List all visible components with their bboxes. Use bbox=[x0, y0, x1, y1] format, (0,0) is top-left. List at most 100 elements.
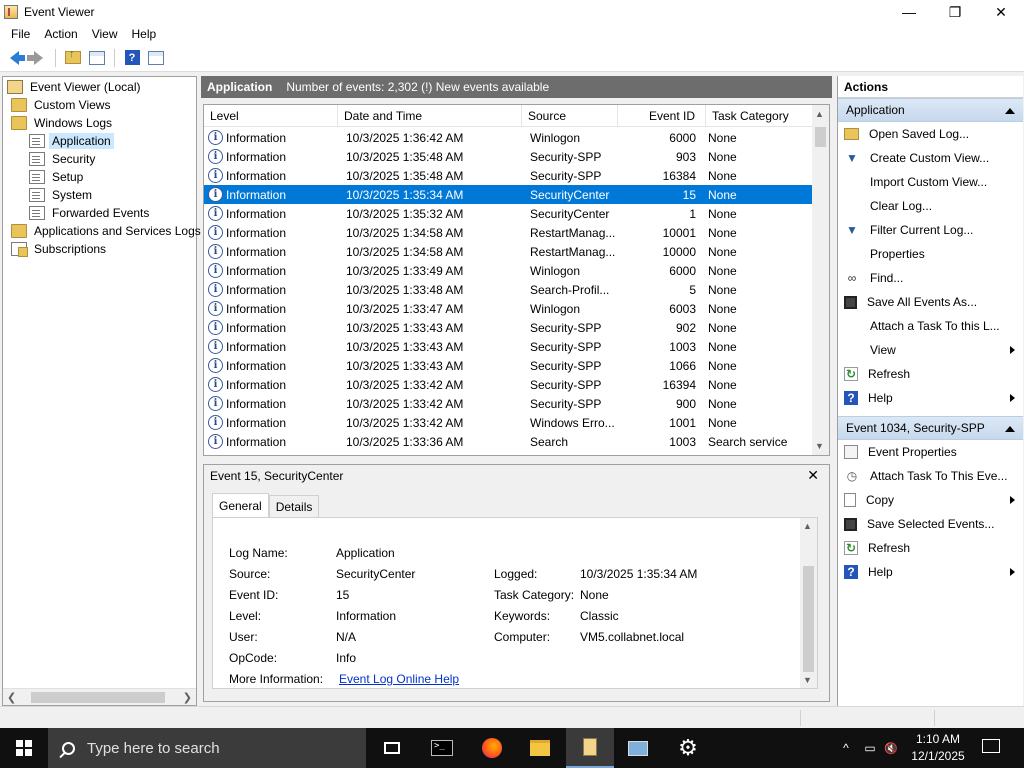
up-one-level-button[interactable] bbox=[63, 48, 83, 68]
close-detail-button[interactable]: ✕ bbox=[807, 467, 819, 484]
event-viewer-app-icon bbox=[4, 5, 18, 19]
action-attach-task-to-event[interactable]: ◷ Attach Task To This Eve... bbox=[838, 464, 1023, 488]
menu-file[interactable]: File bbox=[4, 27, 37, 41]
tree-item-forwarded-events[interactable]: Forwarded Events bbox=[29, 204, 152, 222]
table-row[interactable]: i Information 10/3/2025 1:33:49 AM Winlogon… bbox=[204, 261, 812, 280]
action-refresh[interactable]: ↻ Refresh bbox=[838, 362, 1023, 386]
scrollbar-thumb[interactable] bbox=[803, 566, 814, 672]
tree-item-security[interactable]: Security bbox=[29, 150, 98, 168]
table-row[interactable]: i Information 10/3/2025 1:33:42 AM Security… bbox=[204, 394, 812, 413]
action-save-all-events[interactable]: Save All Events As... bbox=[838, 290, 1023, 314]
taskbar-event-viewer[interactable] bbox=[566, 728, 614, 768]
table-row[interactable]: i Information 10/3/2025 1:35:34 AM Security… bbox=[204, 185, 812, 204]
table-row[interactable]: i Information 10/3/2025 1:35:48 AM Security… bbox=[204, 147, 812, 166]
show-hide-tree-button[interactable] bbox=[87, 48, 107, 68]
action-save-selected-events[interactable]: Save Selected Events... bbox=[838, 512, 1023, 536]
tree-item-windows-logs[interactable]: Windows Logs bbox=[11, 114, 115, 132]
actions-section-application[interactable]: Application bbox=[838, 98, 1023, 122]
table-row[interactable]: i Information 10/3/2025 1:33:43 AM Security… bbox=[204, 356, 812, 375]
tree-item-custom-views[interactable]: Custom Views bbox=[11, 96, 113, 114]
minimize-button[interactable]: — bbox=[886, 0, 932, 24]
action-event-properties[interactable]: Event Properties bbox=[838, 440, 1023, 464]
action-properties[interactable]: Properties bbox=[838, 242, 1023, 266]
scroll-right-icon[interactable]: ❯ bbox=[183, 691, 192, 704]
action-help-event[interactable]: ? Help bbox=[838, 560, 1023, 584]
action-help[interactable]: ? Help bbox=[838, 386, 1023, 410]
menu-action[interactable]: Action bbox=[37, 27, 84, 41]
restore-button[interactable]: ❐ bbox=[932, 0, 978, 24]
action-import-custom-view[interactable]: Import Custom View... bbox=[838, 170, 1023, 194]
table-row[interactable]: i Information 10/3/2025 1:33:43 AM Security… bbox=[204, 337, 812, 356]
taskbar-remote-desktop[interactable] bbox=[614, 728, 662, 768]
table-row[interactable]: i Information 10/3/2025 1:33:48 AM Search-P… bbox=[204, 280, 812, 299]
tab-details[interactable]: Details bbox=[268, 495, 320, 517]
action-filter-current-log[interactable]: ▼ Filter Current Log... bbox=[838, 218, 1023, 242]
close-button[interactable]: ✕ bbox=[978, 0, 1024, 24]
column-header-level[interactable]: Level bbox=[204, 105, 338, 127]
tray-overflow-chevron-icon[interactable]: ^ bbox=[836, 728, 856, 768]
action-find[interactable]: ∞ Find... bbox=[838, 266, 1023, 290]
help-button[interactable]: ? bbox=[122, 48, 142, 68]
table-row[interactable]: i Information 10/3/2025 1:33:42 AM Security… bbox=[204, 375, 812, 394]
action-refresh-event[interactable]: ↻ Refresh bbox=[838, 536, 1023, 560]
scroll-down-icon[interactable]: ▼ bbox=[815, 441, 824, 451]
event-log-online-help-link[interactable]: Event Log Online Help bbox=[339, 672, 459, 686]
scroll-up-icon[interactable]: ▲ bbox=[815, 109, 824, 119]
tree-item-event-viewer-local[interactable]: Event Viewer (Local) bbox=[7, 78, 144, 96]
taskbar-firefox[interactable] bbox=[468, 728, 516, 768]
scroll-down-icon[interactable]: ▼ bbox=[803, 675, 812, 685]
scroll-left-icon[interactable]: ❮ bbox=[7, 691, 16, 704]
network-icon[interactable]: ▭ bbox=[860, 728, 880, 768]
table-row[interactable]: i Information 10/3/2025 1:34:58 AM RestartM… bbox=[204, 242, 812, 261]
tree-item-subscriptions[interactable]: Subscriptions bbox=[11, 240, 109, 258]
menu-view[interactable]: View bbox=[85, 27, 125, 41]
information-icon: i bbox=[208, 282, 223, 297]
back-button[interactable] bbox=[4, 48, 25, 68]
forward-button[interactable] bbox=[26, 48, 48, 68]
volume-muted-icon[interactable]: 🔇 bbox=[882, 728, 900, 768]
table-row[interactable]: i Information 10/3/2025 1:34:58 AM RestartM… bbox=[204, 223, 812, 242]
tree-item-setup[interactable]: Setup bbox=[29, 168, 86, 186]
table-row[interactable]: i Information 10/3/2025 1:33:43 AM Security… bbox=[204, 318, 812, 337]
action-clear-log[interactable]: Clear Log... bbox=[838, 194, 1023, 218]
scrollbar-thumb[interactable] bbox=[31, 692, 165, 703]
column-header-event-id[interactable]: Event ID bbox=[618, 105, 706, 127]
grid-vertical-scrollbar[interactable]: ▲ ▼ bbox=[812, 105, 829, 455]
start-button[interactable] bbox=[0, 728, 48, 768]
tree-horizontal-scrollbar[interactable]: ❮ ❯ bbox=[3, 688, 196, 705]
table-row[interactable]: i Information 10/3/2025 1:35:32 AM Security… bbox=[204, 204, 812, 223]
taskbar-search-box[interactable]: Type here to search bbox=[48, 728, 366, 768]
tree-item-apps-services-logs[interactable]: Applications and Services Logs bbox=[11, 222, 204, 240]
collapse-caret-icon[interactable] bbox=[1005, 426, 1015, 432]
column-header-task-category[interactable]: Task Category bbox=[706, 105, 812, 127]
taskbar-clock[interactable]: 1:10 AM 12/1/2025 bbox=[900, 731, 976, 765]
task-view-button[interactable] bbox=[368, 728, 416, 768]
taskbar-settings[interactable]: ⚙ bbox=[664, 728, 712, 768]
table-row[interactable]: i Information 10/3/2025 1:33:36 AM Search 10… bbox=[204, 432, 812, 451]
show-hide-action-pane-button[interactable] bbox=[146, 48, 166, 68]
table-row[interactable]: i Information 10/3/2025 1:33:42 AM Windows … bbox=[204, 413, 812, 432]
column-header-source[interactable]: Source bbox=[522, 105, 618, 127]
scrollbar-thumb[interactable] bbox=[815, 127, 826, 147]
action-attach-task-to-log[interactable]: Attach a Task To this L... bbox=[838, 314, 1023, 338]
action-open-saved-log[interactable]: Open Saved Log... bbox=[838, 122, 1023, 146]
notifications-icon[interactable] bbox=[982, 739, 1000, 753]
scroll-up-icon[interactable]: ▲ bbox=[803, 521, 812, 531]
tree-item-system[interactable]: System bbox=[29, 186, 95, 204]
taskbar-file-explorer[interactable] bbox=[516, 728, 564, 768]
tab-general[interactable]: General bbox=[212, 493, 269, 517]
table-row[interactable]: i Information 10/3/2025 1:36:42 AM Winlogon… bbox=[204, 128, 812, 147]
table-row[interactable]: i Information 10/3/2025 1:33:47 AM Winlogon… bbox=[204, 299, 812, 318]
taskbar-terminal[interactable]: >_ bbox=[418, 728, 466, 768]
collapse-caret-icon[interactable] bbox=[1005, 108, 1015, 114]
action-view[interactable]: View bbox=[838, 338, 1023, 362]
column-header-date[interactable]: Date and Time bbox=[338, 105, 522, 127]
menu-help[interactable]: Help bbox=[125, 27, 164, 41]
actions-section-event[interactable]: Event 1034, Security-SPP bbox=[838, 416, 1023, 440]
tree-item-application[interactable]: Application bbox=[29, 132, 114, 150]
label-event-id: Event ID: bbox=[229, 588, 279, 602]
action-copy[interactable]: Copy bbox=[838, 488, 1023, 512]
action-create-custom-view[interactable]: ▼ Create Custom View... bbox=[838, 146, 1023, 170]
detail-vertical-scrollbar[interactable]: ▲ ▼ bbox=[800, 518, 817, 688]
table-row[interactable]: i Information 10/3/2025 1:35:48 AM Security… bbox=[204, 166, 812, 185]
